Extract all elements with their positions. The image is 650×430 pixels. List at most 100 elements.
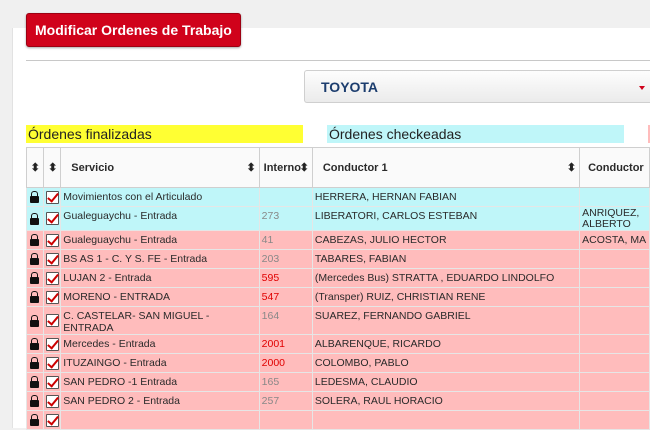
checked-checkbox[interactable] [45,212,59,225]
cell-conductor2: ANRIQUEZ, ALBERTO [579,206,650,231]
row-check-cell[interactable] [42,334,62,354]
table-row[interactable] [26,410,650,430]
table-row[interactable]: LUJAN 2 - Entrada 595 (Mercedes Bus) STRAT… [26,268,650,288]
row-lock-cell[interactable] [26,230,44,250]
row-lock-cell[interactable] [26,410,44,430]
checked-checkbox[interactable] [45,375,59,389]
column-interno-label: Interno [263,161,301,174]
checked-checkbox[interactable] [45,314,59,327]
row-lock-cell[interactable] [26,334,44,354]
row-check-cell[interactable] [42,268,62,288]
sort-icon: ⬍ [246,162,256,174]
legend-checkeadas: Órdenes checkeadas [327,125,624,143]
row-check-cell[interactable] [42,230,62,250]
table-row[interactable]: Mercedes - Entrada 2001 ALBARENQUE, RICARD… [26,334,650,354]
checked-checkbox[interactable] [45,271,59,285]
table-row[interactable]: Gualeguaychu - Entrada 41 CABEZAS, JULIO H… [26,230,650,250]
column-servicio[interactable]: Servicio ⬍ [60,147,260,188]
lock-icon[interactable] [30,212,40,225]
lock-icon[interactable] [30,314,40,327]
row-check-cell[interactable] [42,353,62,373]
row-lock-cell[interactable] [26,206,44,231]
table-row[interactable]: Gualeguaychu - Entrada 273 LIBERATORI, CAR… [26,206,650,231]
row-lock-cell[interactable] [26,372,44,392]
lock-icon[interactable] [30,272,40,285]
checked-checkbox[interactable] [45,290,59,304]
column-conductor2-label: Conductor [588,161,644,174]
divider [26,60,650,61]
cell-servicio: ITUZAINGO - Entrada [60,353,260,373]
cell-servicio: Gualeguaychu - Entrada [60,230,260,250]
cell-conductor1: TABARES, FABIAN [311,249,581,269]
row-check-cell[interactable] [42,391,62,411]
column-conductor2[interactable]: Conductor [579,147,650,188]
cell-conductor1: LEDESMA, CLAUDIO [311,372,581,392]
row-check-cell[interactable] [42,306,62,335]
modificar-ordenes-button[interactable]: Modificar Ordenes de Trabajo [26,13,241,47]
cell-servicio: LUJAN 2 - Entrada [60,268,260,288]
lock-icon[interactable] [30,395,40,408]
row-lock-cell[interactable] [26,249,44,269]
checked-checkbox[interactable] [45,394,59,408]
column-interno[interactable]: Interno ⬍ [258,147,313,188]
cell-servicio: MORENO - ENTRADA [60,287,260,307]
row-check-cell[interactable] [42,206,62,231]
table-row[interactable]: BS AS 1 - C. Y S. FE - Entrada 203 TABARES… [26,249,650,269]
checked-checkbox[interactable] [45,337,59,351]
checked-checkbox[interactable] [45,190,59,204]
checked-checkbox[interactable] [45,356,59,370]
lock-icon[interactable] [30,253,40,266]
table-row[interactable]: ITUZAINGO - Entrada 2000 COLOMBO, PABLO [26,353,650,373]
row-check-cell[interactable] [42,372,62,392]
lock-icon[interactable] [30,234,40,247]
brand-select[interactable]: TOYOTA [304,70,650,103]
cell-conductor1: SOLERA, RAUL HORACIO [311,391,581,411]
cell-conductor2 [579,391,650,411]
lock-icon[interactable] [30,414,40,427]
lock-icon[interactable] [30,357,40,370]
cell-servicio: C. CASTELAR- SAN MIGUEL - ENTRADA [60,306,260,335]
column-servicio-label: Servicio [71,161,115,174]
row-check-cell[interactable] [42,249,62,269]
sort-icon: ⬍ [566,162,577,174]
cell-conductor1: (Transper) RUIZ, CHRISTIAN RENE [311,287,581,307]
legend-finalizadas: Órdenes finalizadas [26,125,303,143]
cell-interno: 595 [258,268,313,288]
row-lock-cell[interactable] [26,287,44,307]
cell-servicio [60,410,260,430]
row-check-cell[interactable] [42,187,62,207]
row-lock-cell[interactable] [26,187,44,207]
lock-icon[interactable] [30,291,40,304]
row-lock-cell[interactable] [26,391,44,411]
checked-checkbox[interactable] [45,233,59,247]
row-lock-cell[interactable] [26,268,44,288]
ordenes-table: ⬍ ⬍ Servicio ⬍ Interno ⬍ Conductor 1 ⬍ Cond… [26,147,650,430]
row-check-cell[interactable] [42,287,62,307]
table-row[interactable]: SAN PEDRO -1 Entrada 165 LEDESMA, CLAUDIO [26,372,650,392]
row-check-cell[interactable] [42,410,62,430]
sort-icon: ⬍ [30,162,40,174]
lock-icon[interactable] [30,191,40,204]
row-lock-cell[interactable] [26,306,44,335]
lock-icon[interactable] [30,338,40,351]
cell-conductor2 [579,249,650,269]
lock-icon[interactable] [30,376,40,389]
column-conductor1[interactable]: Conductor 1 ⬍ [311,147,581,188]
table-row[interactable]: C. CASTELAR- SAN MIGUEL - ENTRADA 164 SUAR… [26,306,650,335]
checked-checkbox[interactable] [45,252,59,266]
cell-servicio: BS AS 1 - C. Y S. FE - Entrada [60,249,260,269]
cell-servicio: Gualeguaychu - Entrada [60,206,260,231]
column-lock-sort[interactable]: ⬍ [26,147,44,188]
cell-servicio: Mercedes - Entrada [60,334,260,354]
table-row[interactable]: SAN PEDRO 2 - Entrada 257 SOLERA, RAUL HOR… [26,391,650,411]
cell-interno: 2001 [258,334,313,354]
cell-interno: 2000 [258,353,313,373]
column-check-sort[interactable]: ⬍ [42,147,62,188]
cell-interno [258,410,313,430]
table-row[interactable]: MORENO - ENTRADA 547 (Transper) RUIZ, CHRI… [26,287,650,307]
table-row[interactable]: Movimientos con el Articulado HERRERA, HE… [26,187,650,207]
cell-conductor2 [579,287,650,307]
cell-conductor1: SUAREZ, FERNANDO GABRIEL [311,306,581,335]
cell-conductor1: ALBARENQUE, RICARDO [311,334,581,354]
row-lock-cell[interactable] [26,353,44,373]
